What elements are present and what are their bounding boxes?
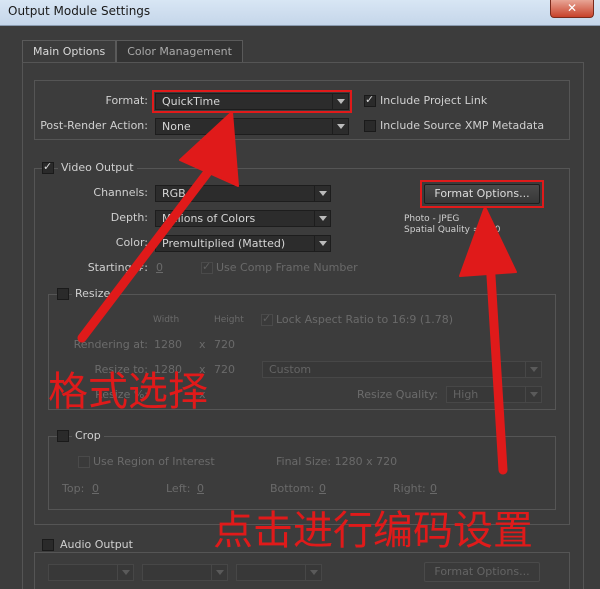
arrow-to-format-line [77, 167, 213, 343]
annotation-encoding-settings: 点击进行编码设置 [213, 508, 533, 554]
annotation-arrows [77, 111, 517, 475]
arrow-to-format-options-line [485, 255, 508, 475]
annotation-format-select: 格式选择 [48, 369, 208, 415]
arrow-to-format-options-head [459, 206, 517, 277]
